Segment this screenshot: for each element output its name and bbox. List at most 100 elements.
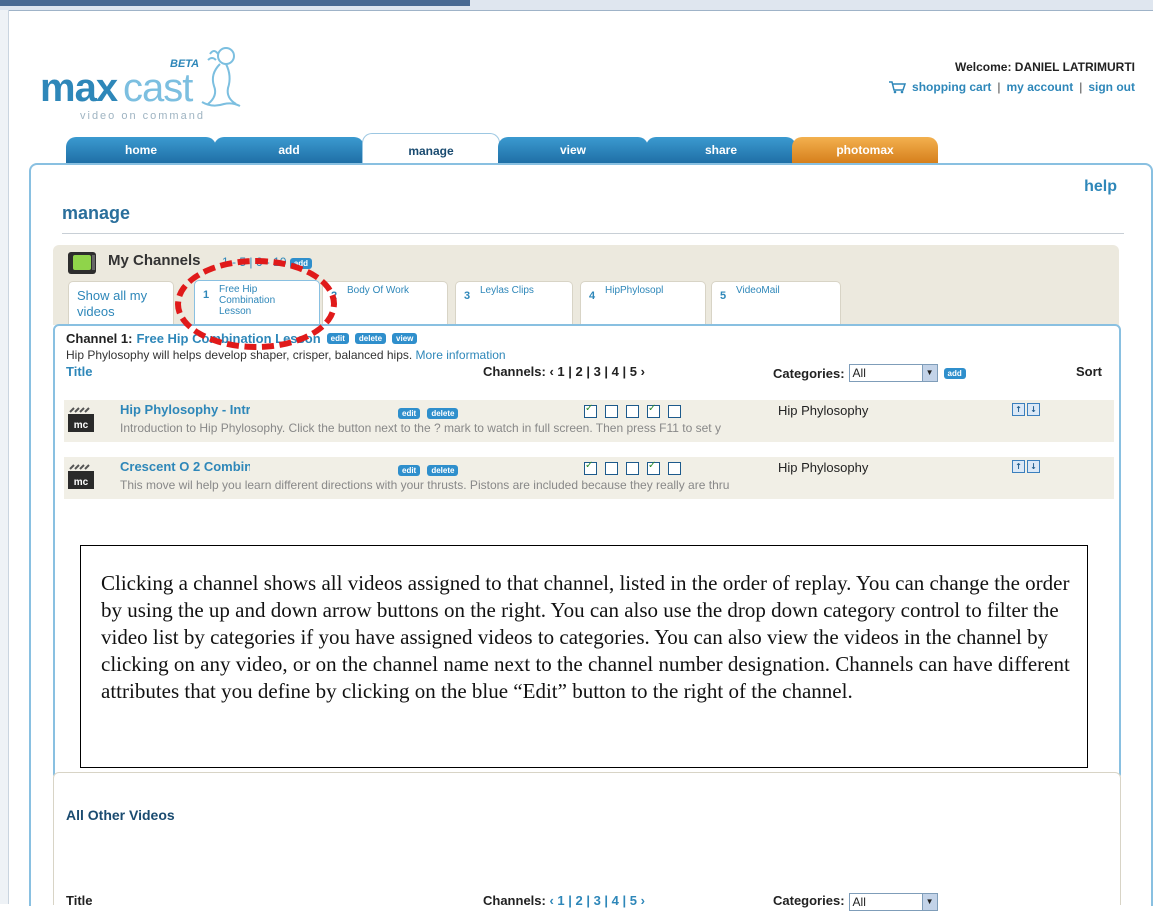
help-link[interactable]: help [1084,178,1117,196]
video-description: This move wil help you learn different d… [120,478,730,492]
tab-view[interactable]: view [498,137,648,163]
channel-3-checkbox[interactable] [626,405,639,418]
categories-label: Categories: [773,365,845,381]
channel-tab-4[interactable]: 4 HipPhylosopl [580,281,706,326]
channel-tab-3[interactable]: 3 Leylas Clips [455,281,573,326]
my-channels-heading: My Channels [108,252,201,269]
shopping-cart-link[interactable]: shopping cart [912,80,991,94]
video-title-link[interactable]: Hip Phylosophy - Introdı [120,402,250,417]
all-other-videos-panel [53,772,1121,905]
arrow-up-icon[interactable]: ↑ [1012,460,1025,473]
video-row-2[interactable]: mc Crescent O 2 Combinatic edit delete H… [64,457,1114,499]
svg-text:mc: mc [74,477,89,488]
video-thumbnail-icon[interactable]: mc [68,463,94,489]
tab-share[interactable]: share [646,137,796,163]
page-title: manage [62,203,131,223]
other-column-title: Title [66,893,93,908]
column-title: Title [66,364,93,379]
channel-tab-label: VideoMail [736,285,780,296]
channel-description-text: Hip Phylosophy will helps develop shaper… [66,348,413,362]
cart-icon[interactable] [888,80,907,94]
video-description: Introduction to Hip Phylosophy. Click th… [120,421,721,435]
chevron-down-icon[interactable]: ▼ [921,365,937,381]
channel-1-checkbox[interactable] [584,460,597,475]
mascot-icon [201,47,241,107]
window-top-bar [0,0,1153,11]
channel-1-checkbox[interactable] [584,403,597,418]
chevron-down-icon[interactable]: ▼ [921,894,937,910]
channel-number-links[interactable]: ‹ 1 | 2 | 3 | 4 | 5 › [549,364,644,379]
column-channels: Channels: ‹ 1 | 2 | 3 | 4 | 5 › [483,364,645,379]
logo-text-cast: cast [123,66,193,110]
channel-tab-label: HipPhylosopl [605,285,664,296]
video-title-link[interactable]: Crescent O 2 Combinatic [120,459,250,474]
video-actions: edit delete [396,401,459,420]
channel-tab-2[interactable]: 2 Body Of Work [322,281,448,326]
other-channels-label: Channels: [483,893,546,908]
delete-video-button[interactable]: delete [427,465,459,476]
category-selected-value: All [852,366,866,380]
sign-out-link[interactable]: sign out [1088,80,1135,94]
channel-description: Hip Phylosophy will helps develop shaper… [66,348,506,362]
separator: | [997,80,1001,94]
all-other-videos-heading: All Other Videos [66,807,175,823]
edit-channel-button[interactable]: edit [326,333,349,344]
window-title-strip [0,0,470,6]
channel-tab-label: Body Of Work [347,285,410,296]
sort-controls: ↑ ↓ [1012,460,1040,473]
arrow-up-icon[interactable]: ↑ [1012,403,1025,416]
other-category-filter-select[interactable]: All ▼ [848,893,938,911]
window-left-edge [0,10,9,904]
channel-2-checkbox[interactable] [605,405,618,418]
video-category: Hip Phylosophy [778,460,869,475]
edit-video-button[interactable]: edit [398,408,421,419]
channel-tab-num: 3 [464,290,471,302]
channel-4-checkbox[interactable] [647,460,660,475]
channel-prefix: Channel 1: [66,331,133,346]
edit-video-button[interactable]: edit [398,465,421,476]
video-thumbnail-icon[interactable]: mc [68,406,94,432]
video-actions: edit delete [396,458,459,477]
channel-3-checkbox[interactable] [626,462,639,475]
channel-4-checkbox[interactable] [647,403,660,418]
add-category-button[interactable]: add [943,367,966,379]
sort-controls: ↑ ↓ [1012,403,1040,416]
channel-checkboxes [584,403,681,418]
channel-tab-num: 5 [720,290,727,302]
other-column-categories: Categories: All ▼ [773,893,938,911]
other-category-selected-value: All [852,895,866,909]
tab-home[interactable]: home [66,137,216,163]
channel-checkboxes [584,460,681,475]
annotation-note: Clicking a channel shows all videos assi… [80,545,1088,768]
highlight-circle [175,258,337,350]
video-row-1[interactable]: mc Hip Phylosophy - Introdı edit delete … [64,400,1114,442]
delete-channel-button[interactable]: delete [354,333,387,344]
channel-tab-5[interactable]: 5 VideoMail [711,281,841,326]
svg-text:mc: mc [74,420,89,431]
more-information-link[interactable]: More information [416,348,506,362]
tab-photomax[interactable]: photomax [792,137,938,163]
video-category: Hip Phylosophy [778,403,869,418]
separator: | [1079,80,1083,94]
other-column-channels: Channels: ‹ 1 | 2 | 3 | 4 | 5 › [483,893,645,908]
other-categories-label: Categories: [773,893,845,908]
channel-5-checkbox[interactable] [668,462,681,475]
tab-add[interactable]: add [214,137,364,163]
tab-show-all-videos[interactable]: Show all my videos [68,281,174,326]
arrow-down-icon[interactable]: ↓ [1027,403,1040,416]
other-channel-number-links[interactable]: ‹ 1 | 2 | 3 | 4 | 5 › [549,893,644,908]
arrow-down-icon[interactable]: ↓ [1027,460,1040,473]
my-account-link[interactable]: my account [1007,80,1074,94]
category-filter-select[interactable]: All ▼ [848,364,938,382]
logo-text-max: max [40,66,118,110]
logo-tagline: video on command [80,110,205,122]
channel-2-checkbox[interactable] [605,462,618,475]
column-categories: Categories: All ▼ add [773,364,966,382]
channel-5-checkbox[interactable] [668,405,681,418]
channel-tab-label: Leylas Clips [480,285,534,296]
tab-manage[interactable]: manage [362,133,500,166]
channels-label: Channels: [483,364,546,379]
view-channel-button[interactable]: view [392,333,418,344]
delete-video-button[interactable]: delete [427,408,459,419]
welcome-text: Welcome: DANIEL LATRIMURTI [954,60,1135,74]
